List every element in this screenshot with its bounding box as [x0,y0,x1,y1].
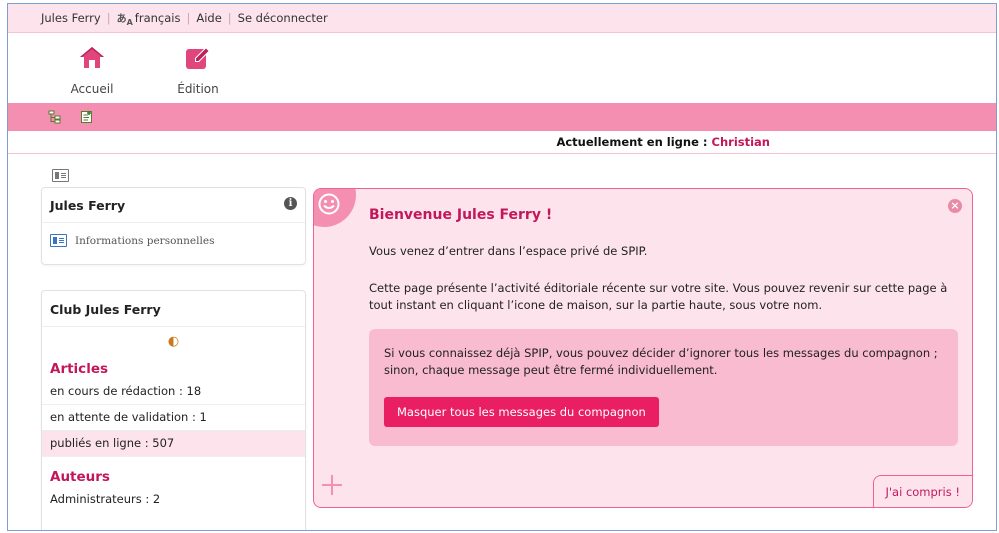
translate-icon: あA [116,13,133,27]
house-icon [80,47,104,68]
contact-card-icon [50,234,67,247]
identity-title: Jules Ferry i [42,188,305,222]
close-icon[interactable]: × [948,199,962,213]
edit-button[interactable]: Édition [163,45,233,96]
articles-stat-pending[interactable]: en attente de validation : 1 [42,405,305,431]
personal-info-link[interactable]: Informations personnelles [42,222,305,258]
companion-text-description: Cette page présente l’activité éditorial… [369,281,948,312]
companion-hint-box: Si vous connaissez déjà SPIP, vous pouve… [369,329,958,446]
hide-all-messages-button[interactable]: Masquer tous les messages du compagnon [384,397,659,427]
online-user-link[interactable]: Christian [712,135,770,149]
separator: | [227,11,232,25]
user-link[interactable]: Jules Ferry [41,11,101,25]
identity-name: Jules Ferry [50,198,126,213]
online-users-bar: Actuellement en ligne : Christian [8,131,996,154]
help-link[interactable]: Aide [196,11,221,25]
identity-card-icon [52,169,69,182]
home-button[interactable]: Accueil [57,45,127,96]
edit-label: Édition [177,82,219,96]
companion-hint-text: Si vous connaissez déjà SPIP, vous pouve… [384,346,938,377]
companion-title: Bienvenue Jules Ferry ! [369,207,553,223]
info-icon[interactable]: i [284,197,297,210]
articles-stat-draft[interactable]: en cours de rédaction : 18 [42,379,305,405]
authors-heading: Auteurs [50,469,110,485]
personal-info-label: Informations personnelles [75,234,215,247]
identity-box: Jules Ferry i Informations personnelles [41,187,306,265]
online-label: Actuellement en ligne : [556,135,708,149]
new-document-icon[interactable] [80,110,94,124]
plus-icon [322,475,342,495]
language-selector[interactable]: あA français [117,10,181,27]
club-box: Club Jules Ferry ◐ Articles en cours de … [41,290,306,530]
separator: | [106,11,111,25]
secondary-toolbar [8,103,996,131]
authors-stat-admins[interactable]: Administrateurs : 2 [42,487,305,512]
smiley-badge [314,189,356,227]
articles-heading: Articles [50,361,109,377]
companion-text-intro: Vous venez d’entrer dans l’espace privé … [369,244,648,258]
logout-link[interactable]: Se déconnecter [238,11,328,25]
separator: | [186,11,191,25]
companion-message: × Bienvenue Jules Ferry ! Vous venez d’e… [313,188,973,508]
app-frame: Jules Ferry | あA français | Aide | Se dé… [7,3,997,531]
club-title: Club Jules Ferry [42,291,305,327]
home-label: Accueil [70,82,114,96]
site-tree-icon[interactable] [48,110,62,124]
smiley-icon [318,193,340,215]
articles-stat-published[interactable]: publiés en ligne : 507 [42,431,305,457]
pencil-edit-icon [186,47,210,69]
club-logo-icon: ◐ [167,334,180,349]
language-label: français [134,11,181,25]
top-bar: Jules Ferry | あA français | Aide | Se dé… [8,4,996,33]
main-nav: Accueil Édition [8,33,996,103]
understood-button[interactable]: J'ai compris ! [872,475,972,507]
